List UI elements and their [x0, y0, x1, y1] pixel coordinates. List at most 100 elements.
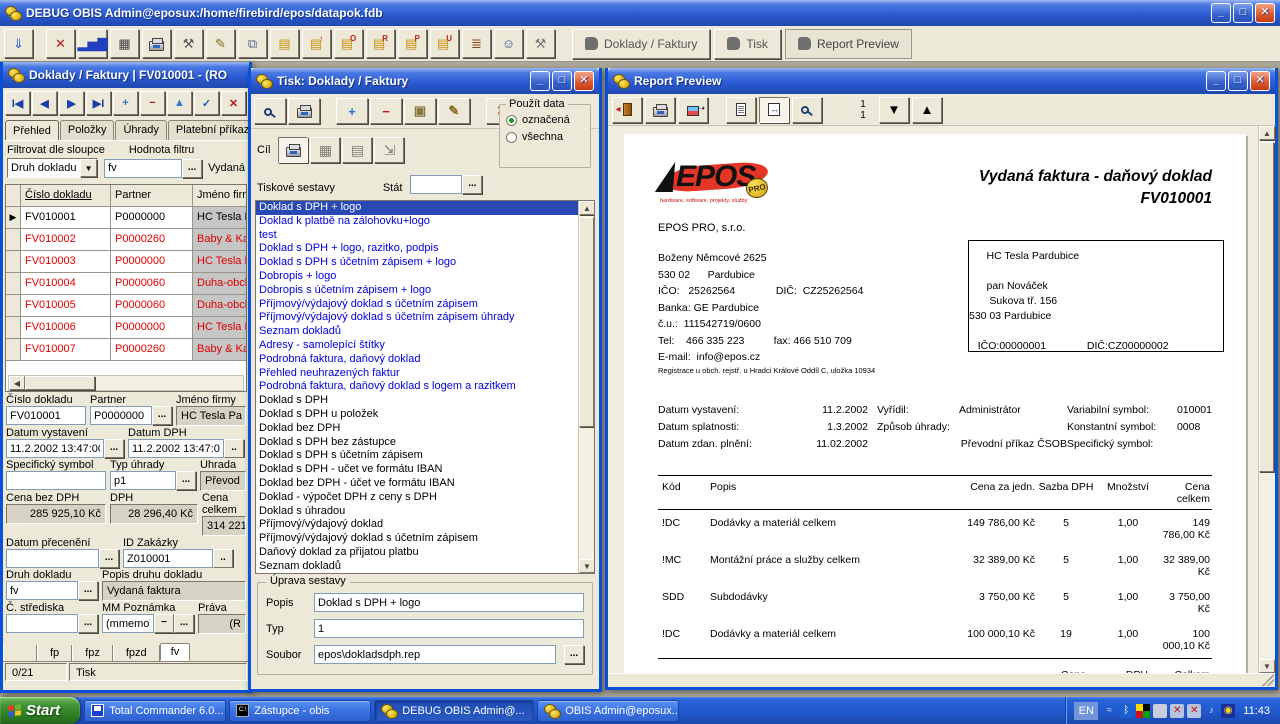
datum-dph-input[interactable]	[128, 439, 224, 458]
list-item[interactable]: Doklad bez DPH - účet ve formátu IBAN	[256, 477, 578, 491]
list-item[interactable]: Přehled neuhrazených faktur	[256, 367, 578, 381]
last-record-button[interactable]: ▶I	[86, 91, 111, 115]
stat-more-button[interactable]: ...	[462, 175, 482, 194]
print-button[interactable]	[645, 97, 675, 123]
target-file-button[interactable]: ▤	[342, 137, 372, 163]
mouse-icon[interactable]	[1153, 704, 1167, 718]
list-item[interactable]: Doklad k platbě na zálohovku+logo	[256, 215, 578, 229]
exit-button[interactable]	[612, 97, 642, 123]
tab-platebn-p-kazy[interactable]: Platební příkazy	[168, 120, 249, 140]
partner-more-button[interactable]: ...	[152, 406, 172, 425]
close-button[interactable]: ✕	[1255, 3, 1275, 23]
copy-pages-button[interactable]: ⧉	[238, 29, 267, 58]
list-item[interactable]: Dobropis + logo	[256, 270, 578, 284]
calendar-grid-button[interactable]: ▦	[110, 29, 139, 58]
print-button[interactable]	[288, 98, 320, 124]
signal-icon[interactable]: ≈	[1102, 704, 1116, 718]
scroll-down-icon[interactable]: ▼	[579, 559, 595, 573]
export-button[interactable]	[678, 97, 708, 123]
remove-report-button[interactable]: −	[370, 98, 402, 124]
list-item[interactable]: Doklad s DPH s účetním zápisem + logo	[256, 256, 578, 270]
list-item[interactable]: Doklad s DPH s účetním zápisem	[256, 449, 578, 463]
minimize-button[interactable]: _	[1211, 3, 1231, 23]
display-grid-icon[interactable]	[1136, 704, 1150, 718]
drawer-button[interactable]: ▤	[270, 29, 299, 58]
scroll-thumb[interactable]	[579, 217, 594, 427]
scroll-up-icon[interactable]: ▲	[579, 201, 595, 215]
soubor-input[interactable]	[314, 645, 556, 664]
target-printer-button[interactable]	[278, 137, 308, 163]
list-item[interactable]: Příjmový/výdajový doklad s účetním zápis…	[256, 311, 578, 325]
confirm-button[interactable]: ✓	[194, 91, 219, 115]
soubor-more-button[interactable]: ...	[564, 645, 584, 664]
prev-record-button[interactable]: ◀	[32, 91, 57, 115]
datum-vystaveni-more-button[interactable]: ...	[104, 439, 124, 458]
cancel-button[interactable]: ✕	[221, 91, 246, 115]
list-item[interactable]: Doklad s DPH + logo, razitko, podpis	[256, 242, 578, 256]
edit-form-button[interactable]: ✎	[206, 29, 235, 58]
list-vscrollbar[interactable]: ▲ ▼	[578, 201, 594, 573]
list-item[interactable]: Doklad s DPH - učet ve formátu IBAN	[256, 463, 578, 477]
list-item[interactable]: Adresy - samolepící štítky	[256, 339, 578, 353]
list-item[interactable]: Příjmový/výdajový doklad s účetním zápis…	[256, 298, 578, 312]
scroll-left-icon[interactable]: ◀	[9, 376, 25, 390]
list-item[interactable]: Doklad bez DPH	[256, 422, 578, 436]
language-indicator[interactable]: EN	[1074, 702, 1098, 720]
next-record-button[interactable]: ▶	[59, 91, 84, 115]
volume-icon[interactable]: ♪	[1204, 704, 1218, 718]
target-screen-button[interactable]: ▦	[310, 137, 340, 163]
task-tab-tisk[interactable]: Tisk	[714, 29, 781, 59]
drawer-r-button[interactable]: ▤R	[366, 29, 395, 58]
person-button[interactable]: ☺	[494, 29, 523, 58]
chevron-down-icon[interactable]: ▼	[80, 159, 97, 177]
stredisko-more-button[interactable]: ...	[78, 614, 98, 633]
col-jmeno-firmy[interactable]: Jméno firmy	[193, 185, 246, 206]
maximize-button[interactable]: □	[1233, 3, 1253, 23]
datum-dph-more-button[interactable]: ..	[224, 439, 244, 458]
first-record-button[interactable]: I◀	[5, 91, 30, 115]
delete-button[interactable]: ✕	[46, 29, 75, 58]
datum-preceneni-more-button[interactable]: ...	[99, 549, 119, 568]
drawer-o-button[interactable]: ▤O	[334, 29, 363, 58]
scroll-up-icon[interactable]: ▲	[1259, 126, 1275, 140]
list-item[interactable]: Daňový doklad za přijatou platbu	[256, 546, 578, 560]
task-tab-report-preview[interactable]: Report Preview	[785, 29, 912, 59]
doc-type-tab-fpz[interactable]: fpz	[72, 645, 113, 661]
tab-p-ehled[interactable]: Přehled	[5, 120, 59, 140]
doc-type-tab-fpzd[interactable]: fpzd	[113, 645, 160, 661]
taskbar-button[interactable]: DEBUG OBIS Admin@...	[374, 700, 534, 722]
list-item[interactable]: Podrobná faktura, daňový doklad s logem …	[256, 380, 578, 394]
maximize-button[interactable]: □	[552, 71, 572, 91]
delete-record-button[interactable]: −	[140, 91, 165, 115]
partner-input[interactable]	[90, 406, 152, 425]
cislo-input[interactable]	[6, 406, 86, 425]
list-item[interactable]: Doklad - výpočet DPH z ceny s DPH	[256, 491, 578, 505]
scroll-thumb[interactable]	[25, 376, 95, 390]
table-row[interactable]: ▶FV010001P0000000HC Tesla Pardubic	[6, 207, 246, 229]
radio-označená[interactable]: označená	[506, 114, 584, 126]
resize-grip[interactable]	[1262, 674, 1274, 686]
list-item[interactable]: Dobropis s účetním zápisem + logo	[256, 284, 578, 298]
filter-value-input[interactable]	[104, 159, 182, 178]
poznamka-remove-button[interactable]: −	[154, 614, 174, 633]
fit-width-button[interactable]	[759, 97, 789, 123]
close-button[interactable]: ✕	[1250, 71, 1270, 91]
list-item[interactable]: Doklad s úhradou	[256, 505, 578, 519]
druh-more-button[interactable]: ...	[78, 581, 98, 600]
filter-more-button[interactable]: ...	[182, 159, 202, 178]
doc-type-tab-fp[interactable]: fp	[37, 645, 72, 661]
datum-vystaveni-input[interactable]	[6, 439, 104, 458]
network-disabled-icon[interactable]: ✕	[1170, 704, 1184, 718]
radio-všechna[interactable]: všechna	[506, 131, 584, 143]
edit-report-button[interactable]: ✎	[438, 98, 470, 124]
bluetooth-icon[interactable]: ᛒ	[1119, 704, 1133, 718]
list-item[interactable]: Doklad s DPH bez zástupce	[256, 436, 578, 450]
tab-polo-ky[interactable]: Položky	[60, 120, 115, 140]
col-partner[interactable]: Partner	[111, 185, 193, 206]
druh-input[interactable]	[6, 581, 78, 600]
scroll-down-icon[interactable]: ▼	[1259, 659, 1275, 673]
target-export-button[interactable]: ⇲	[374, 137, 404, 163]
tisk-titlebar[interactable]: Tisk: Doklady / Faktury _ □ ✕	[251, 68, 599, 94]
paste-button[interactable]: ▣	[404, 98, 436, 124]
datum-preceneni-input[interactable]	[6, 549, 99, 568]
